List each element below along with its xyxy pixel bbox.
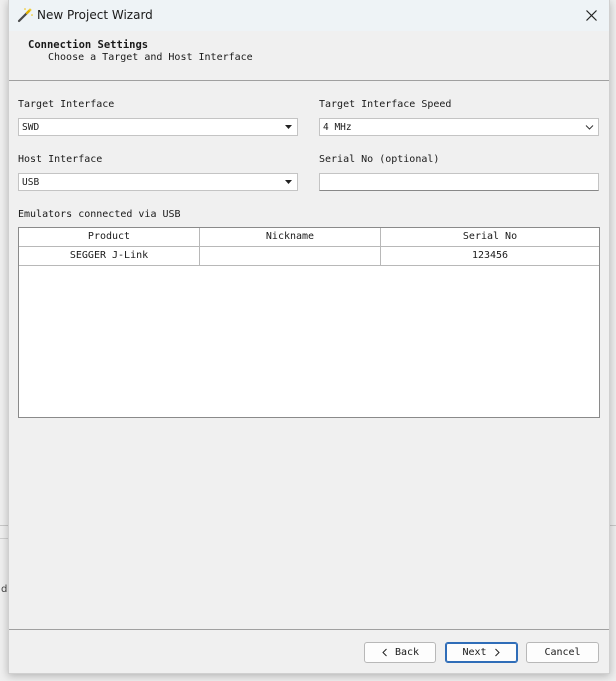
target-interface-value: SWD xyxy=(22,122,40,133)
chevron-down-icon xyxy=(585,125,594,130)
table-cell-nickname[interactable] xyxy=(200,247,381,266)
emulators-label: Emulators connected via USB xyxy=(18,209,181,220)
column-header-nickname[interactable]: Nickname xyxy=(200,228,381,247)
chevron-right-icon xyxy=(494,648,500,657)
target-interface-label: Target Interface xyxy=(18,99,115,110)
title-bar: New Project Wizard xyxy=(9,0,609,31)
column-header-product[interactable]: Product xyxy=(19,228,200,247)
target-interface-speed-value: 4 MHz xyxy=(323,122,352,133)
background-text-fragment: d xyxy=(1,584,8,595)
magic-wand-icon xyxy=(17,8,33,23)
column-header-serial-no[interactable]: Serial No xyxy=(381,228,599,247)
close-icon xyxy=(586,10,597,21)
target-interface-select[interactable]: SWD xyxy=(18,118,298,136)
close-button[interactable] xyxy=(574,0,609,31)
serial-no-input[interactable] xyxy=(319,173,599,191)
next-button-label: Next xyxy=(462,647,487,658)
host-interface-label: Host Interface xyxy=(18,154,103,165)
cancel-button[interactable]: Cancel xyxy=(526,642,599,663)
page-subheading: Choose a Target and Host Interface xyxy=(48,52,253,63)
back-button[interactable]: Back xyxy=(364,642,436,663)
background-window-edge xyxy=(0,525,8,526)
cancel-button-label: Cancel xyxy=(544,647,581,658)
page-heading: Connection Settings xyxy=(28,39,149,51)
window-title: New Project Wizard xyxy=(37,8,153,22)
serial-no-label: Serial No (optional) xyxy=(319,154,440,165)
target-interface-speed-select[interactable]: 4 MHz xyxy=(319,118,599,136)
host-interface-value: USB xyxy=(22,177,40,188)
table-cell-serial-no[interactable]: 123456 xyxy=(381,247,599,266)
footer-divider xyxy=(9,629,609,630)
emulator-table[interactable]: Product Nickname Serial No SEGGER J-Link… xyxy=(18,227,600,418)
chevron-left-icon xyxy=(382,648,387,657)
dropdown-arrow-icon xyxy=(285,125,292,129)
wizard-header: Connection Settings Choose a Target and … xyxy=(9,31,609,80)
back-button-label: Back xyxy=(394,647,420,658)
host-interface-select[interactable]: USB xyxy=(18,173,298,191)
table-cell-product[interactable]: SEGGER J-Link xyxy=(19,247,200,266)
dropdown-arrow-icon xyxy=(285,180,292,184)
next-button[interactable]: Next xyxy=(445,642,518,663)
target-interface-speed-label: Target Interface Speed xyxy=(319,99,452,110)
background-window-line xyxy=(0,538,8,539)
header-divider xyxy=(9,80,609,81)
new-project-wizard-dialog: New Project Wizard Connection Settings C… xyxy=(8,0,610,674)
